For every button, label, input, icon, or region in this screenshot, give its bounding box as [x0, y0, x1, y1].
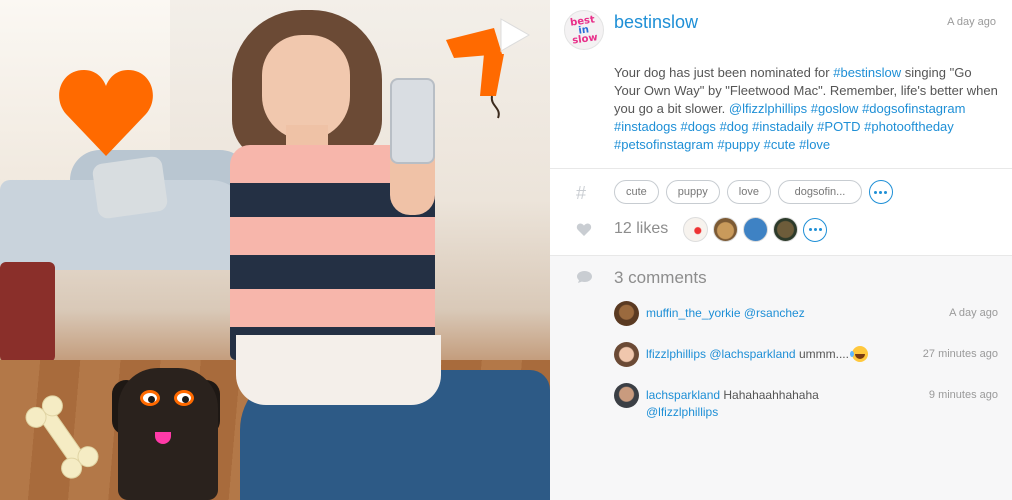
- hashtag-link[interactable]: #goslow: [811, 101, 859, 116]
- more-likers-button[interactable]: [803, 217, 827, 242]
- commenter-username-link[interactable]: muffin_the_yorkie: [646, 306, 741, 320]
- hashtag-link[interactable]: #love: [799, 137, 830, 152]
- comment-timestamp: 27 minutes ago: [922, 348, 998, 360]
- hashtag-link[interactable]: #dogsofinstagram: [862, 101, 965, 116]
- author-avatar[interactable]: best in slow: [564, 10, 604, 50]
- mention-link[interactable]: @lfizzlphillips: [729, 101, 807, 116]
- post-viewer: best in slow bestinslow A day ago Your d…: [0, 0, 1012, 500]
- comment-timestamp: 9 minutes ago: [928, 389, 998, 401]
- comment-body: lachsparkland Hahahaahhahaha @lfizzlphil…: [646, 387, 916, 421]
- comment-mention-link[interactable]: @rsanchez: [744, 306, 805, 320]
- googly-eye-sticker-right: [174, 390, 194, 406]
- hashtag-icon: #: [576, 183, 587, 203]
- laughing-tears-emoji-icon: [850, 346, 869, 362]
- photo-chair: [0, 262, 55, 362]
- divider: [550, 168, 1012, 169]
- hashtag-link[interactable]: #photooftheday: [864, 119, 954, 134]
- comment-body: lfizzlphillips @lachsparkland ummm....: [646, 346, 916, 363]
- post-details-panel: best in slow bestinslow A day ago Your d…: [550, 0, 1012, 500]
- play-button[interactable]: [496, 16, 532, 54]
- liker-avatar[interactable]: [713, 217, 738, 242]
- comment-text: ummm....: [798, 347, 849, 361]
- hashtag-link[interactable]: #instadogs: [614, 119, 677, 134]
- more-tags-button[interactable]: [868, 180, 893, 204]
- hashtag-link[interactable]: #cute: [764, 137, 796, 152]
- post-caption: Your dog has just been nominated for #be…: [614, 65, 998, 152]
- hashtag-link[interactable]: #dog: [720, 119, 749, 134]
- comment-body: muffin_the_yorkie @rsanchez: [646, 305, 916, 322]
- liker-avatar[interactable]: [683, 217, 708, 242]
- comment-text: Hahahaahhahaha: [723, 388, 819, 402]
- tag-pill-cute[interactable]: cute: [614, 180, 659, 204]
- hashtag-link[interactable]: #puppy: [717, 137, 760, 152]
- comments-count: 3 comments: [614, 268, 707, 287]
- hashtag-link[interactable]: #POTD: [817, 119, 860, 134]
- commenter-avatar[interactable]: [614, 342, 639, 367]
- author-username-link[interactable]: bestinslow: [614, 12, 698, 33]
- tag-pill-puppy[interactable]: puppy: [665, 180, 720, 204]
- hashtag-link[interactable]: #petsofinstagram: [614, 137, 714, 152]
- hashtag-link[interactable]: #instadaily: [752, 119, 813, 134]
- heart-sticker-icon: [59, 70, 153, 156]
- comments-section: 3 comments muffin_the_yorkie @rsanchez A…: [550, 256, 1012, 500]
- photo-pillow: [91, 155, 169, 220]
- comment-mention-link[interactable]: @lachsparkland: [709, 347, 795, 361]
- tag-pill-love[interactable]: love: [726, 180, 771, 204]
- speech-bubble-icon: [577, 271, 592, 283]
- liker-avatar[interactable]: [773, 217, 798, 242]
- comment-mention-link[interactable]: @lfizzlphillips: [646, 405, 718, 419]
- photo-shirt-hem: [236, 335, 441, 405]
- commenter-username-link[interactable]: lachsparkland: [646, 388, 720, 402]
- tag-pill-dogsofinstagram[interactable]: dogsofin...: [777, 180, 862, 204]
- hashtag-link[interactable]: #bestinslow: [833, 65, 901, 80]
- tag-list: cute puppy love dogsofin...: [614, 180, 893, 204]
- commenter-avatar[interactable]: [614, 301, 639, 326]
- post-header: best in slow bestinslow A day ago: [550, 0, 1012, 50]
- commenter-avatar[interactable]: [614, 383, 639, 408]
- play-icon: [500, 18, 531, 52]
- photo-phone: [390, 78, 435, 164]
- likes-count[interactable]: 12 likes: [614, 220, 668, 238]
- heart-icon[interactable]: [576, 222, 592, 237]
- post-timestamp: A day ago: [947, 16, 996, 28]
- bestinslow-logo: best in slow: [569, 13, 599, 47]
- comment-timestamp: A day ago: [949, 307, 998, 319]
- liker-avatar[interactable]: [743, 217, 768, 242]
- commenter-username-link[interactable]: lfizzlphillips: [646, 347, 706, 361]
- post-photo[interactable]: [0, 0, 550, 500]
- hashtag-link[interactable]: #dogs: [681, 119, 716, 134]
- liker-avatars: [683, 217, 827, 242]
- googly-eye-sticker-left: [140, 390, 160, 406]
- bone-sticker-icon: [25, 395, 99, 479]
